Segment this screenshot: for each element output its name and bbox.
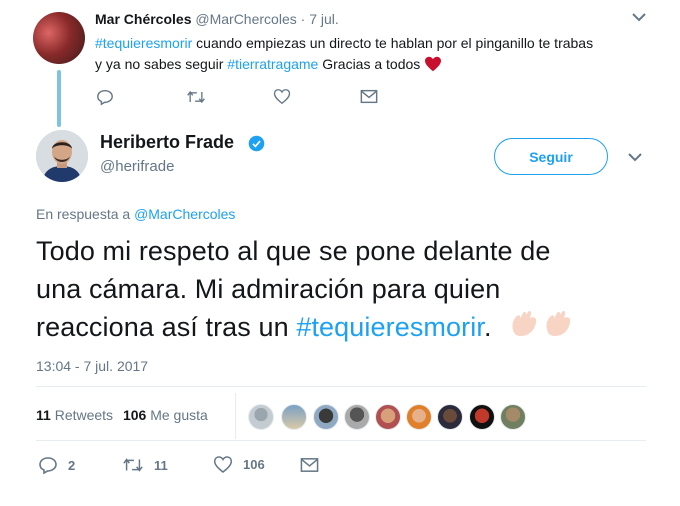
like-count: 106 — [243, 457, 265, 472]
like-icon — [213, 455, 233, 474]
parent-author-name[interactable]: Mar Chércoles — [95, 11, 191, 27]
liker-avatar[interactable] — [469, 404, 495, 430]
main-avatar[interactable] — [36, 130, 88, 182]
main-tweet-text: Todo mi respeto al que se pone delante d… — [36, 232, 656, 346]
clapping-hands-emoji-icon — [509, 308, 583, 338]
reply-icon[interactable] — [96, 88, 114, 106]
verified-badge-icon — [248, 135, 265, 152]
tweet-stats: 11 Retweets 106 Me gusta — [36, 407, 208, 423]
retweets-stat[interactable]: 11 Retweets — [36, 407, 117, 423]
reply-action[interactable]: 2 — [38, 455, 75, 475]
thread-line — [57, 70, 61, 127]
liker-avatar[interactable] — [375, 404, 401, 430]
liker-avatar[interactable] — [281, 404, 307, 430]
tweet-timestamp[interactable]: 13:04 - 7 jul. 2017 — [36, 358, 148, 374]
likes-stat[interactable]: 106 Me gusta — [123, 407, 208, 423]
retweet-icon — [122, 455, 144, 475]
retweet-count: 11 — [154, 457, 168, 473]
parent-header: Mar Chércoles @MarChercoles · 7 jul. — [95, 11, 339, 27]
main-caret-down-icon[interactable] — [628, 152, 642, 162]
main-actions: 2 11 106 — [38, 455, 338, 477]
reply-count: 2 — [68, 457, 76, 473]
parent-hashtag-tierratragame[interactable]: #tierratragame — [227, 56, 318, 72]
like-action[interactable]: 106 — [213, 455, 265, 474]
like-icon[interactable] — [273, 88, 291, 105]
message-icon[interactable] — [300, 457, 319, 473]
retweet-icon[interactable] — [186, 88, 206, 106]
liker-avatar[interactable] — [437, 404, 463, 430]
main-author-name[interactable]: Heriberto Frade — [100, 132, 234, 153]
divider-top — [36, 386, 646, 387]
reply-to-handle[interactable]: @MarChercoles — [134, 206, 235, 222]
liker-avatar[interactable] — [500, 404, 526, 430]
reply-icon — [38, 455, 58, 475]
stats-divider — [235, 393, 236, 439]
parent-tweet-text: #tequieresmorir cuando empiezas un direc… — [95, 35, 594, 72]
message-icon[interactable] — [360, 89, 378, 104]
heart-emoji-icon — [424, 56, 442, 72]
parent-separator: · — [300, 11, 306, 27]
divider-bottom — [36, 440, 646, 441]
parent-avatar[interactable] — [33, 12, 85, 64]
liker-avatar[interactable] — [313, 404, 339, 430]
liker-avatar[interactable] — [248, 404, 274, 430]
parent-date[interactable]: 7 jul. — [309, 11, 339, 27]
parent-actions — [96, 88, 396, 108]
parent-hashtag-tequieresmorir[interactable]: #tequieresmorir — [95, 35, 192, 51]
liker-avatar[interactable] — [344, 404, 370, 430]
main-author-handle[interactable]: @herifrade — [100, 158, 174, 175]
parent-author-handle[interactable]: @MarChercoles — [195, 11, 296, 27]
liker-avatar[interactable] — [406, 404, 432, 430]
retweet-action[interactable]: 11 — [122, 455, 168, 475]
caret-down-icon[interactable] — [632, 12, 646, 22]
reply-context: En respuesta a @MarChercoles — [36, 206, 236, 222]
main-hashtag-tequieresmorir[interactable]: #tequieresmorir — [296, 312, 484, 342]
follow-button[interactable]: Seguir — [494, 138, 608, 175]
